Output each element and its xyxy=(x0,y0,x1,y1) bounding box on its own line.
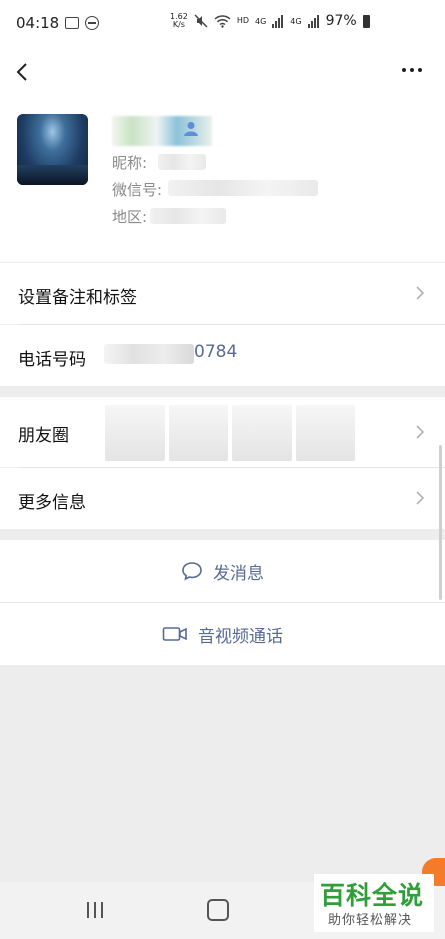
top-nav xyxy=(0,48,445,98)
chevron-right-icon xyxy=(416,491,425,505)
region-row: 地区: xyxy=(112,206,147,227)
nickname-row: 昵称: xyxy=(112,152,147,173)
net-type-1: 4G xyxy=(255,16,267,26)
network-speed: 1.62 K/s xyxy=(170,12,188,29)
send-message-button[interactable]: 发消息 xyxy=(0,540,445,602)
moments-label: 朋友圈 xyxy=(18,426,69,446)
wechat-id-label: 微信号: xyxy=(112,181,163,199)
more-info-row[interactable]: 更多信息 xyxy=(0,468,445,529)
chevron-right-icon xyxy=(416,286,425,300)
more-options-icon[interactable] xyxy=(396,58,428,82)
profile-card: 昵称: 微信号: 地区: xyxy=(0,98,445,262)
video-call-button[interactable]: 音视频通话 xyxy=(0,603,445,665)
chat-bubble-icon xyxy=(182,562,202,581)
send-message-label: 发消息 xyxy=(213,563,264,584)
scrollbar[interactable] xyxy=(439,445,442,600)
phone-blur xyxy=(104,344,194,364)
wechat-id-blur xyxy=(168,180,318,196)
more-info-label: 更多信息 xyxy=(18,493,86,513)
wechat-id-row: 微信号: xyxy=(112,179,162,200)
watermark: 百科全说 助你轻松解决 xyxy=(314,874,434,932)
moments-thumbnails xyxy=(105,405,355,461)
moment-thumbnail xyxy=(105,405,165,461)
avatar[interactable] xyxy=(17,114,88,185)
moment-thumbnail xyxy=(232,405,292,461)
nickname-label: 昵称: xyxy=(112,154,148,172)
video-call-label: 音视频通话 xyxy=(198,626,283,647)
remark-label: 设置备注和标签 xyxy=(18,288,137,308)
signal-icon-2 xyxy=(307,14,319,28)
status-time: 04:18 xyxy=(16,14,60,32)
net-type-2: 4G xyxy=(290,16,302,26)
watermark-title: 百科全说 xyxy=(320,881,425,910)
moment-thumbnail xyxy=(295,405,355,461)
do-not-disturb-icon xyxy=(85,16,100,30)
battery-icon xyxy=(362,14,370,28)
phone-label: 电话号码 xyxy=(18,350,86,370)
video-camera-icon xyxy=(162,627,187,641)
remark-row[interactable]: 设置备注和标签 xyxy=(0,263,445,324)
watermark-subtitle: 助你轻松解决 xyxy=(328,913,413,928)
recents-icon[interactable] xyxy=(84,900,106,920)
moment-thumbnail xyxy=(168,405,228,461)
person-icon xyxy=(184,122,198,136)
back-icon[interactable] xyxy=(12,58,36,86)
status-right: 1.62 K/s HD 4G 4G 97% xyxy=(170,13,370,29)
hd-label: HD xyxy=(236,16,249,25)
phone-number[interactable]: 0784 xyxy=(194,342,237,362)
notification-icon xyxy=(65,17,80,29)
home-icon[interactable] xyxy=(207,899,229,921)
status-left: 04:18 xyxy=(16,14,100,32)
chevron-right-icon xyxy=(416,425,425,439)
region-label: 地区: xyxy=(112,208,148,226)
battery-percent: 97% xyxy=(325,13,357,29)
phone-row: 电话号码 0784 xyxy=(0,325,445,386)
wifi-icon xyxy=(214,14,231,28)
signal-icon-1 xyxy=(272,14,284,28)
nickname-blur xyxy=(158,154,206,170)
status-bar: 04:18 1.62 K/s HD 4G 4G 97% xyxy=(0,0,445,48)
moments-row[interactable]: 朋友圈 xyxy=(0,397,445,467)
region-blur xyxy=(150,208,226,224)
mute-icon xyxy=(194,14,208,28)
